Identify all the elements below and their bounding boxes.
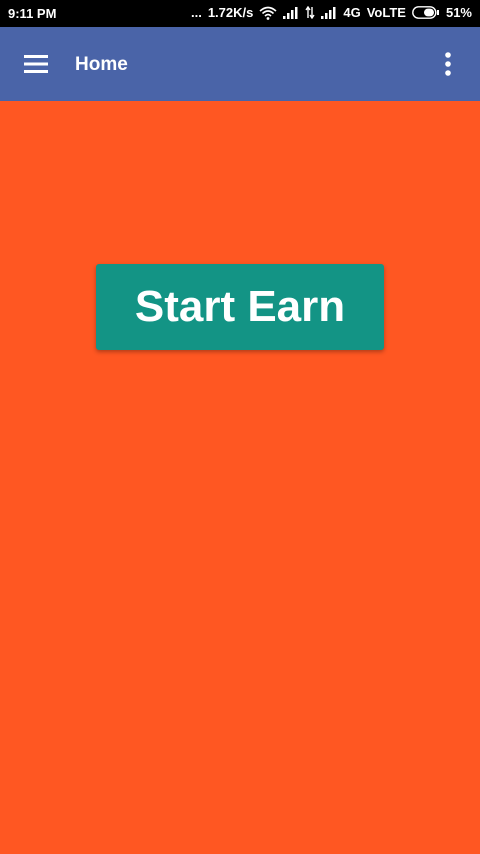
battery-icon bbox=[412, 6, 440, 19]
app-bar: Home bbox=[0, 27, 480, 101]
start-earn-button[interactable]: Start Earn bbox=[96, 264, 384, 350]
network-speed: 1.72K/s bbox=[207, 5, 254, 20]
status-bar: 9:11 PM ... 1.72K/s 4G VoLTE 51% bbox=[0, 0, 480, 27]
main-content: Start Earn bbox=[0, 101, 480, 854]
status-time: 9:11 PM bbox=[8, 6, 57, 21]
page-title: Home bbox=[75, 54, 128, 75]
volte-label: VoLTE bbox=[366, 5, 406, 20]
data-transfer-icon bbox=[305, 6, 315, 19]
signal-icon-2 bbox=[321, 6, 337, 19]
network-type: 4G bbox=[343, 5, 361, 20]
signal-icon bbox=[283, 6, 299, 19]
wifi-icon bbox=[259, 6, 277, 20]
status-icons: ... 1.72K/s 4G VoLTE 51% bbox=[191, 5, 472, 20]
battery-percent: 51% bbox=[445, 5, 472, 20]
notification-dots: ... bbox=[190, 5, 202, 20]
hamburger-menu-icon[interactable] bbox=[22, 51, 52, 77]
more-vert-icon[interactable] bbox=[442, 51, 454, 79]
